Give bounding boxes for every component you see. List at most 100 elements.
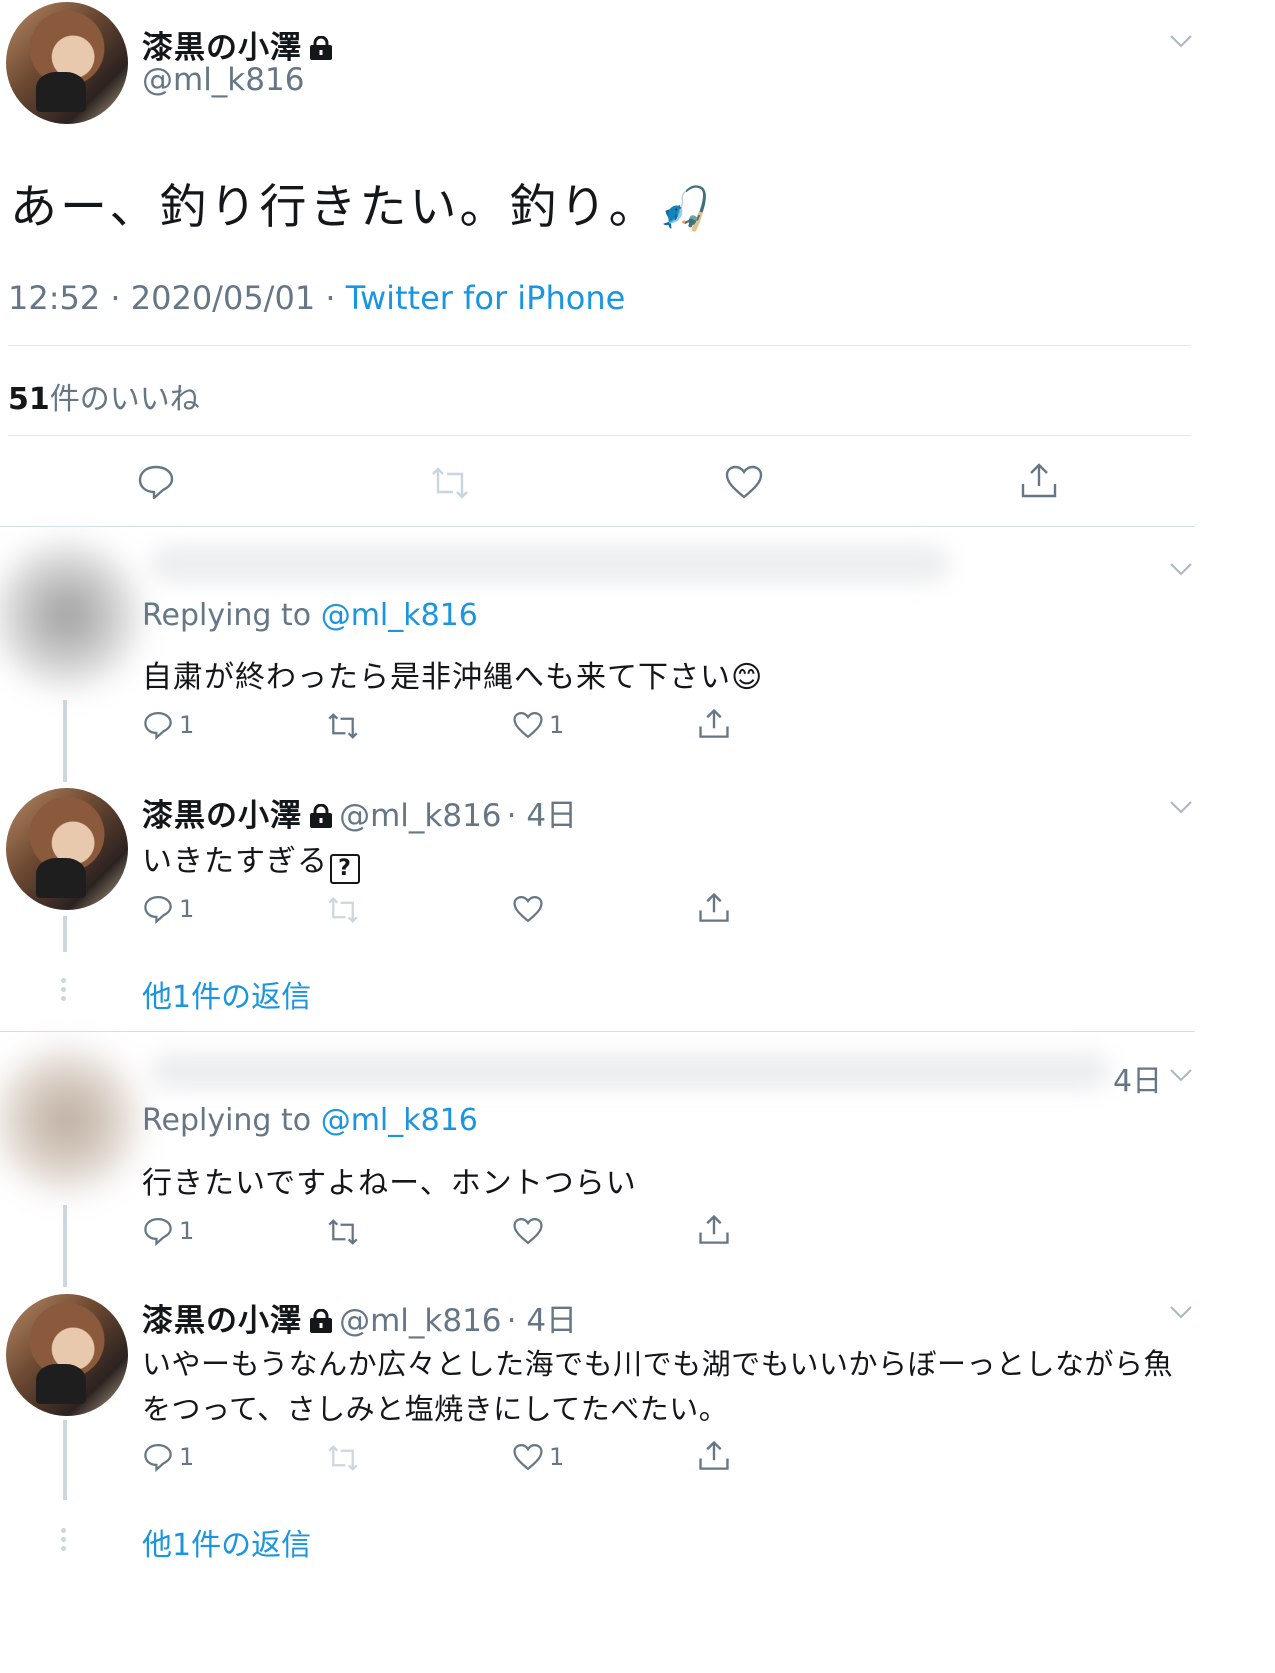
share-button[interactable]: [698, 1440, 730, 1472]
reply-button[interactable]: 1: [143, 710, 194, 740]
retweet-button[interactable]: [326, 712, 360, 740]
user-handle[interactable]: @ml_k816: [142, 62, 304, 98]
tweet-source-link[interactable]: Twitter for iPhone: [346, 279, 626, 317]
divider: [8, 435, 1191, 436]
user-handle[interactable]: @ml_k816: [339, 798, 501, 834]
reply-icon: [144, 1444, 172, 1472]
heart-icon: [513, 1444, 543, 1471]
avatar[interactable]: [6, 2, 128, 124]
user-handle[interactable]: @ml_k816: [339, 1303, 501, 1339]
reply-text: 自粛が終わったら是非沖縄へも来て下さい😊: [142, 660, 764, 695]
retweet-icon: [432, 467, 468, 499]
reply-button[interactable]: [137, 463, 175, 501]
reply-count: 1: [179, 711, 195, 739]
divider: [0, 1031, 1195, 1032]
author-line: 漆黒の小澤 @ml_k816 · 4日: [142, 1295, 577, 1340]
lock-icon: [310, 804, 332, 828]
heart-icon: [513, 1218, 543, 1245]
share-button[interactable]: [1020, 462, 1058, 500]
lock-icon: [310, 1309, 332, 1333]
share-button[interactable]: [698, 708, 730, 740]
retweet-button[interactable]: [326, 1218, 360, 1246]
share-button[interactable]: [698, 892, 730, 924]
tweet-meta: 12:52 · 2020/05/01 · Twitter for iPhone: [8, 279, 625, 317]
chevron-down-icon[interactable]: [1170, 1068, 1192, 1082]
like-count: 1: [549, 1443, 565, 1471]
like-button[interactable]: 1: [513, 1443, 564, 1471]
thread-dots: [61, 1528, 67, 1555]
reply-icon: [144, 712, 172, 740]
chevron-down-icon[interactable]: [1170, 562, 1192, 576]
share-button[interactable]: [698, 1214, 730, 1246]
tweet-text: あー、釣り行きたい。釣り。🎣: [10, 168, 714, 237]
tweet-date[interactable]: 2020/05/01: [131, 279, 315, 317]
chevron-down-icon[interactable]: [1170, 800, 1192, 814]
likes-summary[interactable]: 51件のいいね: [8, 374, 200, 418]
heart-icon: [513, 712, 543, 739]
reply-button[interactable]: 1: [143, 894, 194, 924]
tweet-time[interactable]: 12:52: [8, 279, 100, 317]
retweet-icon: [328, 1219, 358, 1245]
divider: [8, 345, 1191, 346]
more-replies-link[interactable]: 他1件の返信: [142, 1520, 311, 1564]
reply-text-line-2: をつって、さしみと塩焼きにしてたべたい。: [142, 1392, 729, 1426]
avatar[interactable]: [0, 540, 142, 690]
thread-line: [63, 1420, 67, 1500]
like-count: 1: [549, 711, 565, 739]
like-button[interactable]: 1: [513, 711, 564, 739]
display-name[interactable]: 漆黒の小澤: [142, 1303, 302, 1339]
avatar[interactable]: [0, 1045, 142, 1195]
thread-line: [63, 916, 67, 952]
reply-icon: [144, 896, 172, 924]
divider: [0, 526, 1195, 527]
more-replies-link[interactable]: 他1件の返信: [142, 972, 311, 1016]
retweet-icon: [328, 1445, 358, 1471]
retweet-icon: [328, 897, 358, 923]
fishing-emoji-icon: 🎣: [658, 184, 714, 233]
like-button[interactable]: [513, 895, 543, 923]
reply-icon: [138, 465, 174, 500]
like-button[interactable]: [513, 1217, 543, 1245]
reply-count: 1: [179, 1443, 195, 1471]
thread-dots: [61, 978, 67, 1005]
replying-to: Replying to @ml_k816: [142, 1103, 478, 1138]
heart-icon: [725, 465, 763, 499]
redacted-username-bar: [150, 545, 950, 583]
heart-icon: [513, 896, 543, 923]
display-name[interactable]: 漆黒の小澤: [142, 30, 302, 66]
reply-text-body: いきたすぎる: [142, 844, 328, 879]
meta-separator-2: ·: [325, 279, 336, 317]
replying-handle-link[interactable]: @ml_k816: [321, 1103, 478, 1138]
lock-icon: [310, 36, 332, 60]
reply-age: · 4日: [506, 798, 578, 834]
likes-count: 51: [8, 382, 50, 417]
retweet-button[interactable]: [326, 896, 360, 924]
display-name[interactable]: 漆黒の小澤: [142, 798, 302, 834]
thread-line: [63, 700, 67, 782]
reply-button[interactable]: 1: [143, 1442, 194, 1472]
retweet-button[interactable]: [326, 1444, 360, 1472]
reply-button[interactable]: 1: [143, 1216, 194, 1246]
reply-icon: [144, 1218, 172, 1246]
replying-handle-link[interactable]: @ml_k816: [321, 598, 478, 633]
share-icon: [699, 1440, 729, 1470]
replying-prefix: Replying to: [142, 598, 312, 633]
avatar[interactable]: [6, 788, 128, 910]
meta-separator: ·: [110, 279, 121, 317]
likes-label: 件のいいね: [49, 382, 200, 417]
avatar[interactable]: [6, 1294, 128, 1416]
redacted-username-bar: [150, 1052, 1110, 1090]
like-button[interactable]: [725, 465, 763, 499]
chevron-down-icon[interactable]: [1170, 34, 1192, 48]
retweet-icon: [328, 713, 358, 739]
share-icon: [1021, 463, 1057, 498]
reply-text: 行きたいですよねー、ホントつらい: [142, 1166, 637, 1201]
author-line: 漆黒の小澤 @ml_k816 · 4日: [142, 790, 577, 835]
chevron-down-icon[interactable]: [1170, 1305, 1192, 1319]
author-line: 漆黒の小澤: [142, 22, 334, 67]
retweet-button[interactable]: [429, 466, 471, 500]
reply-age: · 4日: [506, 1303, 578, 1339]
share-icon: [699, 892, 729, 922]
reply-text-line-1: いやーもうなんか広々とした海でも川でも湖でもいいからぼーっとしながら魚: [142, 1347, 1174, 1381]
reply-count: 1: [179, 895, 195, 923]
